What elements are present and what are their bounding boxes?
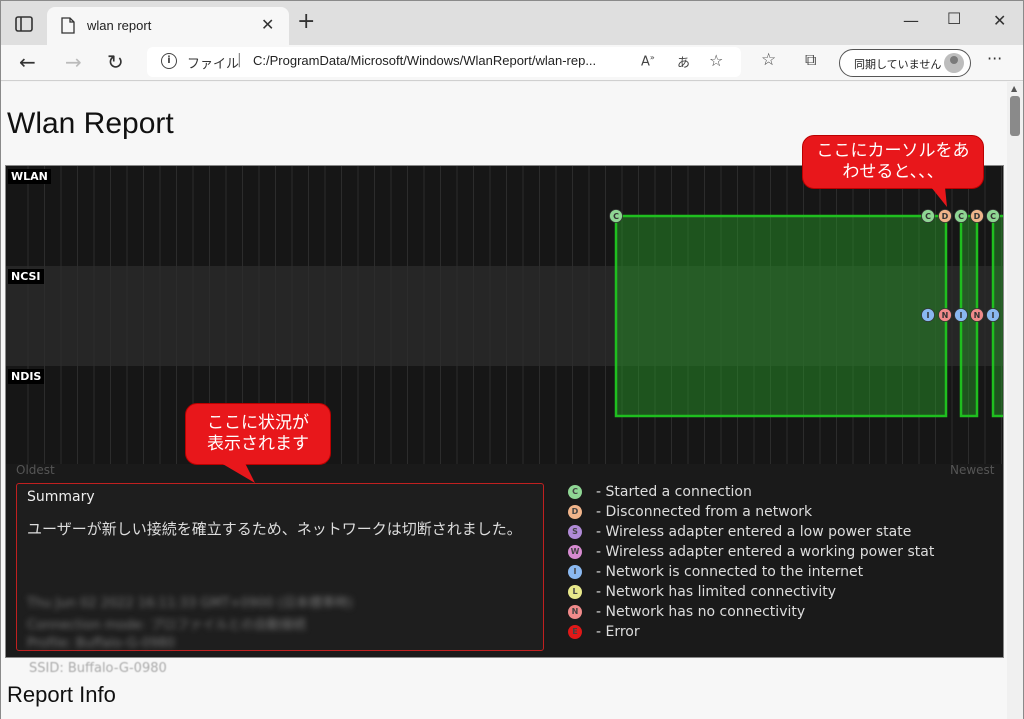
avatar-icon — [944, 53, 964, 73]
maximize-icon[interactable]: ☐ — [947, 9, 961, 28]
callout-status-hint: ここに状況が 表示されます — [185, 403, 331, 465]
ssid-text: SSID: Buffalo-G-0980 — [29, 661, 167, 676]
legend-item: I - Network is connected to the internet — [568, 564, 863, 584]
info-icon[interactable]: i — [161, 53, 177, 69]
translate-icon[interactable]: あ — [677, 52, 690, 71]
event-marker-label: D — [942, 212, 949, 221]
new-tab-icon[interactable]: + — [297, 11, 315, 33]
legend-label: - Disconnected from a network — [596, 504, 813, 520]
callout-status-line1: ここに状況が — [207, 413, 309, 433]
callout-status-line2: 表示されます — [207, 434, 309, 454]
summary-detail-profile: Profile: Buffalo-G-0980 — [27, 636, 175, 651]
minimize-icon[interactable]: — — [903, 11, 919, 30]
wlan-timeline-chart: CCDCDCININI WLAN NCSI NDIS Oldest Newest… — [5, 165, 1004, 658]
active-tab[interactable]: wlan report ✕ — [47, 7, 289, 45]
summary-title: Summary — [27, 489, 95, 505]
page-title: Wlan Report — [7, 107, 174, 140]
favorites-icon[interactable]: ☆ — [761, 50, 776, 70]
legend-marker-icon: S — [568, 525, 582, 539]
address-url[interactable]: C:/ProgramData/Microsoft/Windows/WlanRep… — [253, 53, 596, 68]
legend-marker-icon: C — [568, 485, 582, 499]
callout-hover-line2: わせると、、、 — [842, 162, 944, 182]
tab-actions-icon[interactable] — [13, 13, 35, 35]
axis-oldest: Oldest — [16, 463, 55, 477]
sync-button[interactable]: 同期していません — [839, 49, 971, 77]
legend-marker-icon: D — [568, 505, 582, 519]
summary-text: ユーザーが新しい接続を確立するため、ネットワークは切断されました。 — [27, 520, 522, 538]
scrollbar[interactable]: ▲ — [1007, 82, 1023, 719]
legend-marker-icon: I — [568, 565, 582, 579]
summary-detail-date: Thu Jun 02 2022 16:11:33 GMT+0900 (日本標準時… — [27, 596, 353, 611]
legend-label: - Error — [596, 624, 640, 640]
connection-block — [614, 214, 948, 418]
legend-marker-icon: L — [568, 585, 582, 599]
scroll-thumb[interactable] — [1010, 96, 1020, 136]
refresh-icon[interactable]: ↻ — [107, 51, 124, 73]
page-icon — [61, 17, 75, 34]
summary-panel: Summary ユーザーが新しい接続を確立するため、ネットワークは切断されました… — [16, 483, 544, 651]
event-marker-label: C — [958, 212, 964, 221]
legend-item: C - Started a connection — [568, 484, 752, 504]
address-separator: | — [237, 52, 242, 68]
event-marker-label: I — [960, 311, 963, 320]
event-marker-label: C — [613, 212, 619, 221]
legend-label: - Network has no connectivity — [596, 604, 806, 620]
legend-label: - Network has limited connectivity — [596, 584, 836, 600]
tab-bar: wlan report ✕ + — ☐ ✕ — [1, 1, 1023, 45]
legend-item: N - Network has no connectivity — [568, 604, 805, 624]
sync-label: 同期していません — [854, 58, 942, 71]
report-info-heading: Report Info — [7, 682, 116, 707]
legend-marker-icon: E — [568, 625, 582, 639]
favorite-add-icon[interactable]: ☆ — [709, 51, 723, 70]
lane-label-ndis: NDIS — [8, 369, 45, 384]
summary-detail-mode: Connection mode: プロファイルとの自動接続 — [27, 618, 306, 633]
close-tab-icon[interactable]: ✕ — [261, 15, 274, 34]
scroll-up-icon[interactable]: ▲ — [1011, 84, 1017, 93]
callout-hover-hint: ここにカーソルをあ わせると、、、 — [802, 135, 984, 189]
forward-icon[interactable]: → — [65, 51, 82, 73]
event-marker-label: D — [974, 212, 981, 221]
close-window-icon[interactable]: ✕ — [993, 11, 1006, 30]
collections-icon[interactable]: ⧉ — [805, 50, 816, 70]
event-marker-label: I — [927, 311, 930, 320]
address-bar[interactable]: i ファイル | C:/ProgramData/Microsoft/Window… — [147, 47, 741, 77]
event-marker-label: C — [990, 212, 996, 221]
lane-label-ncsi: NCSI — [8, 269, 44, 284]
legend-label: - Wireless adapter entered a low power s… — [596, 524, 912, 540]
legend-label: - Wireless adapter entered a working pow… — [596, 544, 935, 560]
legend-label: - Network is connected to the internet — [596, 564, 864, 580]
legend-marker-icon: W — [568, 545, 582, 559]
axis-newest: Newest — [950, 463, 995, 477]
legend-marker-icon: N — [568, 605, 582, 619]
read-aloud-icon[interactable]: A» — [641, 53, 655, 69]
legend-label: - Started a connection — [596, 484, 752, 500]
tab-title: wlan report — [87, 18, 152, 33]
callout-hover-line1: ここにカーソルをあ — [816, 141, 970, 161]
callout-hover-tail — [931, 187, 947, 207]
lane-label-wlan: WLAN — [8, 169, 51, 184]
legend-item: L - Network has limited connectivity — [568, 584, 836, 604]
event-marker-label: N — [974, 311, 981, 320]
browser-window: wlan report ✕ + — ☐ ✕ ← → ↻ i ファイル | C:/… — [0, 0, 1024, 719]
event-marker-label: I — [992, 311, 995, 320]
legend-item: W - Wireless adapter entered a working po… — [568, 544, 934, 564]
more-icon[interactable]: ··· — [987, 49, 1002, 68]
legend-item: S - Wireless adapter entered a low power … — [568, 524, 911, 544]
legend-item: E - Error — [568, 624, 640, 644]
toolbar: ← → ↻ i ファイル | C:/ProgramData/Microsoft/… — [1, 45, 1023, 81]
back-icon[interactable]: ← — [19, 51, 36, 73]
legend-item: D - Disconnected from a network — [568, 504, 812, 524]
event-marker-label: C — [925, 212, 931, 221]
address-scheme-label: ファイル — [187, 57, 240, 72]
callout-status-tail — [221, 463, 255, 483]
event-marker-label: N — [942, 311, 949, 320]
